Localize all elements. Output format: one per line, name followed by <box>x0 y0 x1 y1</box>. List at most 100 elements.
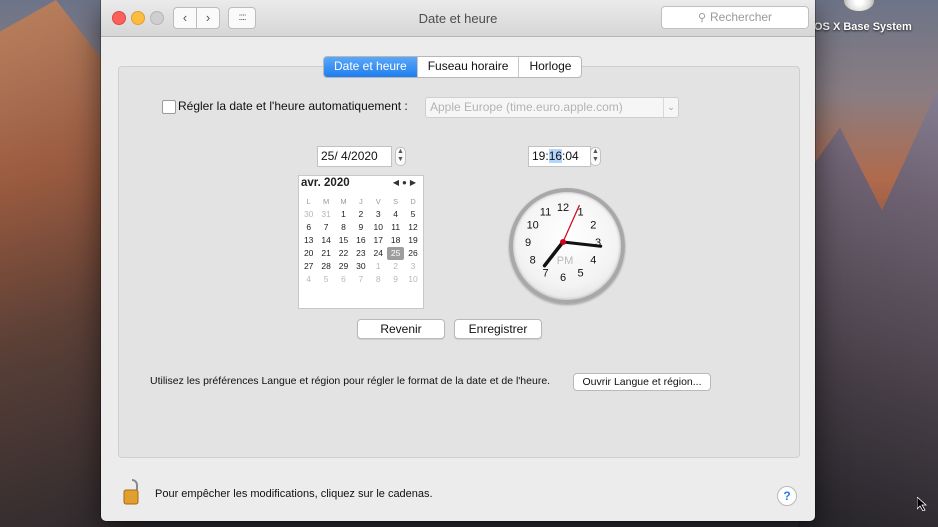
calendar-day[interactable]: 9 <box>387 273 404 286</box>
calendar-day[interactable]: 2 <box>352 208 369 221</box>
calendar-day[interactable]: 5 <box>404 208 421 221</box>
date-field[interactable]: 25/ 4/2020 <box>317 146 392 167</box>
calendar-day[interactable]: 9 <box>352 221 369 234</box>
calendar-weekday: M <box>322 197 330 206</box>
calendar-day[interactable]: 27 <box>300 260 317 273</box>
desktop-wallpaper-right <box>798 88 938 527</box>
calendar-day[interactable]: 24 <box>370 247 387 260</box>
search-placeholder: Rechercher <box>710 10 773 24</box>
calendar-day[interactable]: 23 <box>352 247 369 260</box>
auto-set-label[interactable]: Régler la date et l'heure automatiquemen… <box>178 99 408 113</box>
prev-month-icon[interactable]: ◀ <box>393 178 402 187</box>
search-input[interactable]: ⚲ Rechercher <box>661 6 809 29</box>
date-stepper[interactable]: ▲ ▼ <box>395 147 406 166</box>
mouse-cursor-icon <box>917 497 927 511</box>
calendar-day[interactable]: 11 <box>387 221 404 234</box>
clock-center-pin <box>560 239 566 245</box>
calendar-day[interactable]: 21 <box>317 247 334 260</box>
calendar-day[interactable]: 6 <box>335 273 352 286</box>
calendar-day-selected[interactable]: 25 <box>386 247 405 260</box>
calendar-day[interactable]: 17 <box>370 234 387 247</box>
lock-text: Pour empêcher les modifications, cliquez… <box>155 488 433 500</box>
time-minutes-selected[interactable]: 16 <box>548 149 563 163</box>
calendar-day[interactable]: 7 <box>317 221 334 234</box>
today-dot-icon[interactable]: ● <box>402 178 410 187</box>
calendar-day[interactable]: 22 <box>335 247 352 260</box>
time-field[interactable]: 19:16:04 <box>528 146 591 167</box>
calendar-day[interactable]: 5 <box>317 273 334 286</box>
tab-bar: Date et heure Fuseau horaire Horloge <box>323 56 583 78</box>
calendar-day[interactable]: 4 <box>300 273 317 286</box>
calendar-day[interactable]: 28 <box>317 260 334 273</box>
tab-date-time[interactable]: Date et heure <box>324 57 417 77</box>
calendar-day[interactable]: 10 <box>370 221 387 234</box>
clock-numeral: 8 <box>530 255 536 267</box>
search-icon: ⚲ <box>697 12 707 24</box>
desktop-volume-label[interactable]: OS X Base System <box>814 21 912 33</box>
clock-numeral: 12 <box>557 202 569 214</box>
calendar-day[interactable]: 26 <box>404 247 421 260</box>
save-button[interactable]: Enregistrer <box>454 319 542 339</box>
calendar-day[interactable]: 29 <box>335 260 352 273</box>
calendar-day[interactable]: 13 <box>300 234 317 247</box>
auto-set-checkbox[interactable] <box>162 100 176 114</box>
calendar-weekday: S <box>393 197 399 206</box>
calendar-day[interactable]: 4 <box>387 208 404 221</box>
unlocked-padlock-icon[interactable] <box>123 478 141 506</box>
help-button[interactable]: ? <box>777 486 797 506</box>
calendar-day[interactable]: 8 <box>335 221 352 234</box>
next-month-icon[interactable]: ▶ <box>410 178 419 187</box>
clock-numeral: 4 <box>590 255 596 267</box>
calendar: avr. 2020 ◀●▶ L M M J V S D 30 31 1 2 3 4 5 6 7 8 9 10 11 12… <box>298 175 424 309</box>
time-server-value: Apple Europe (time.euro.apple.com) <box>430 100 623 114</box>
calendar-day[interactable]: 8 <box>370 273 387 286</box>
revert-button[interactable]: Revenir <box>357 319 445 339</box>
clock-meridiem: PM <box>557 255 574 267</box>
calendar-day[interactable]: 18 <box>387 234 404 247</box>
time-stepper[interactable]: ▲ ▼ <box>590 147 601 166</box>
calendar-nav[interactable]: ◀●▶ <box>393 178 419 187</box>
clock-numeral: 7 <box>542 267 548 279</box>
clock-numeral: 6 <box>560 272 566 284</box>
calendar-day[interactable]: 15 <box>335 234 352 247</box>
calendar-day[interactable]: 31 <box>317 208 334 221</box>
calendar-week-row: 30 31 1 2 3 4 5 <box>300 208 422 221</box>
time-seconds[interactable]: :04 <box>562 149 579 163</box>
calendar-day[interactable]: 30 <box>300 208 317 221</box>
content-panel <box>118 66 800 458</box>
tab-clock[interactable]: Horloge <box>518 57 581 77</box>
analog-clock: 12 1 2 3 4 5 6 7 8 9 10 11 PM <box>509 188 625 304</box>
calendar-day[interactable]: 2 <box>387 260 404 273</box>
clock-numeral: 10 <box>527 220 539 232</box>
calendar-day[interactable]: 20 <box>300 247 317 260</box>
preferences-window: ‹ › :::: Date et heure ⚲ Rechercher Date … <box>101 0 815 521</box>
clock-numeral: 11 <box>540 207 551 219</box>
calendar-day[interactable]: 3 <box>404 260 421 273</box>
calendar-day[interactable]: 14 <box>317 234 334 247</box>
calendar-day[interactable]: 1 <box>370 260 387 273</box>
calendar-day[interactable]: 19 <box>404 234 421 247</box>
calendar-month-label: avr. 2020 <box>301 177 350 189</box>
disk-volume-icon[interactable] <box>843 0 875 12</box>
time-hours[interactable]: 19: <box>532 149 549 163</box>
calendar-day[interactable]: 12 <box>404 221 421 234</box>
calendar-day[interactable]: 3 <box>370 208 387 221</box>
calendar-week-row: 6 7 8 9 10 11 12 <box>300 221 422 234</box>
calendar-day[interactable]: 7 <box>352 273 369 286</box>
calendar-day[interactable]: 16 <box>352 234 369 247</box>
calendar-weekday: V <box>375 197 381 206</box>
open-language-region-button[interactable]: Ouvrir Langue et région... <box>573 373 711 391</box>
calendar-week-row: 27 28 29 30 1 2 3 <box>300 260 422 273</box>
calendar-week-row: 4 5 6 7 8 9 10 <box>300 273 422 286</box>
calendar-weekday: M <box>340 197 347 206</box>
calendar-day[interactable]: 1 <box>335 208 352 221</box>
calendar-grid: L M M J V S D 30 31 1 2 3 4 5 6 7 8 9 10 11 12 13 14 15 16 17 18 19… <box>300 195 422 286</box>
clock-numeral: 5 <box>577 267 583 279</box>
calendar-weekday: L <box>306 197 311 206</box>
calendar-day[interactable]: 30 <box>352 260 369 273</box>
calendar-day[interactable]: 6 <box>300 221 317 234</box>
calendar-day[interactable]: 10 <box>404 273 421 286</box>
clock-face: 12 1234567891011PM <box>525 202 603 284</box>
tab-time-zone[interactable]: Fuseau horaire <box>416 57 519 77</box>
title-bar: ‹ › :::: Date et heure ⚲ Rechercher <box>101 0 815 37</box>
